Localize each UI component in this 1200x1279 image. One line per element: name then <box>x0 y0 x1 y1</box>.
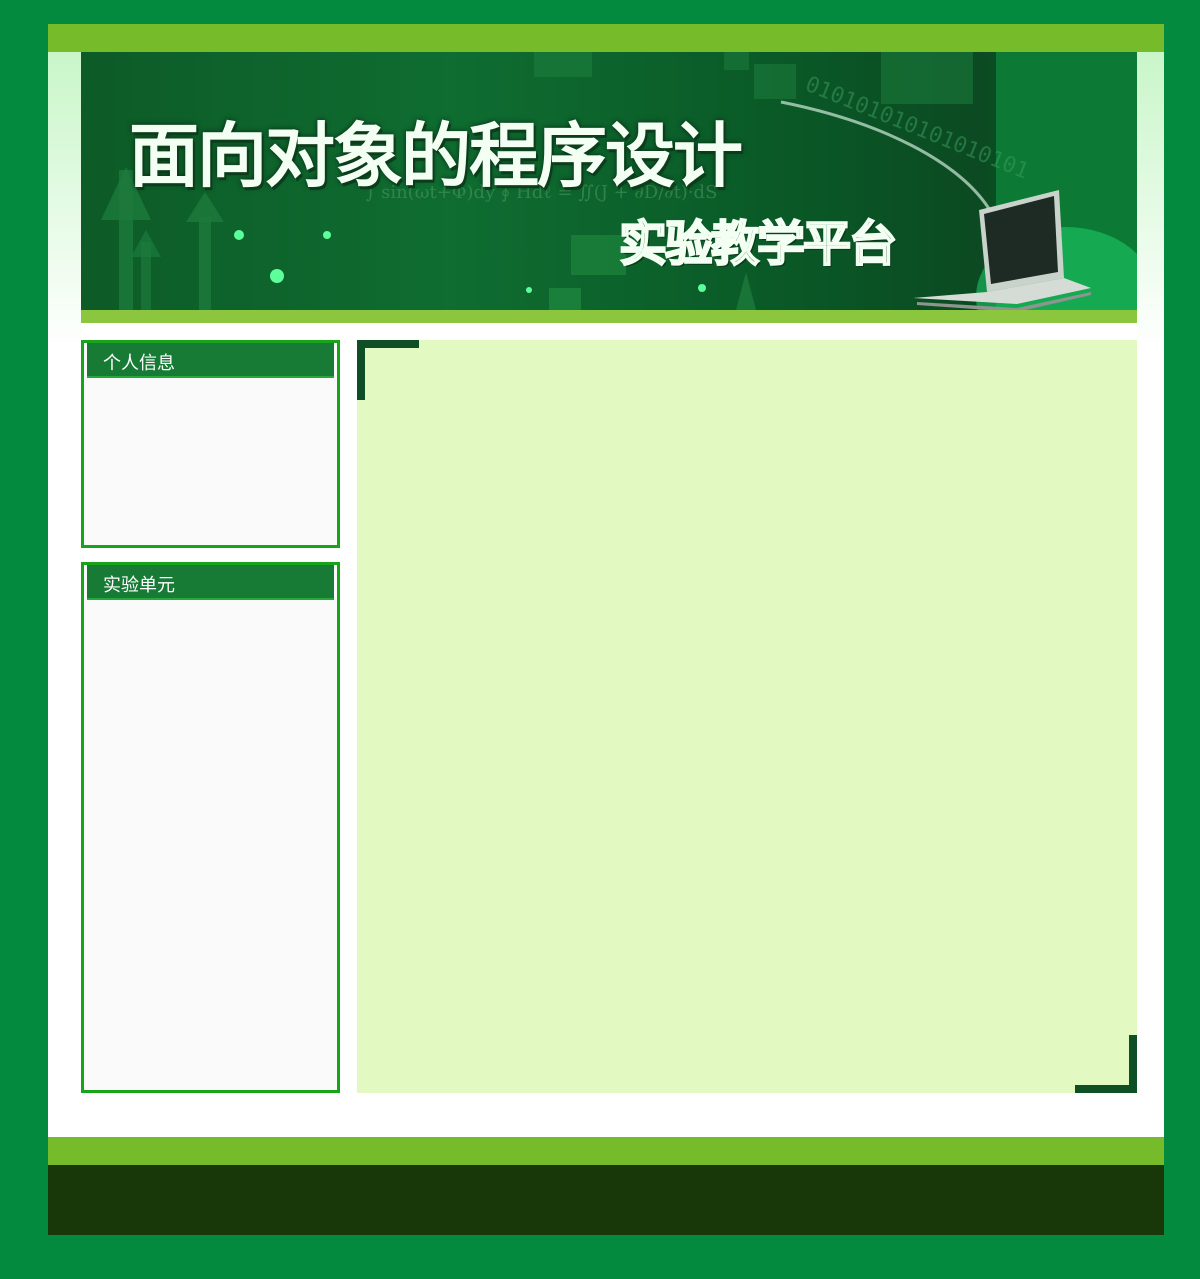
lab-units-header: 实验单元 <box>87 565 334 600</box>
footer <box>48 1165 1164 1235</box>
top-accent-bar <box>48 24 1164 52</box>
corner-mark-bottom-right <box>1075 1035 1137 1093</box>
lab-units-panel: 实验单元 <box>81 562 340 1093</box>
header-banner: 010101010101010101 ∫ sin(ωt+Φ)dy ∮ Hdℓ =… <box>81 52 1137 310</box>
lab-units-title: 实验单元 <box>103 575 175 596</box>
corner-mark-top-left <box>357 340 419 400</box>
footer-accent-bar <box>48 1137 1164 1165</box>
main-content-area <box>357 340 1137 1093</box>
left-glow <box>48 52 81 352</box>
right-glow <box>1137 52 1164 352</box>
banner-subtitle: 实验教学平台 <box>618 215 898 273</box>
personal-info-title: 个人信息 <box>103 353 175 374</box>
personal-info-panel: 个人信息 <box>81 340 340 548</box>
page-frame: 010101010101010101 ∫ sin(ωt+Φ)dy ∮ Hdℓ =… <box>48 24 1164 1235</box>
banner-bottom-strip <box>81 310 1137 323</box>
banner-title: 面向对象的程序设计 <box>129 115 743 197</box>
personal-info-header: 个人信息 <box>87 343 334 378</box>
